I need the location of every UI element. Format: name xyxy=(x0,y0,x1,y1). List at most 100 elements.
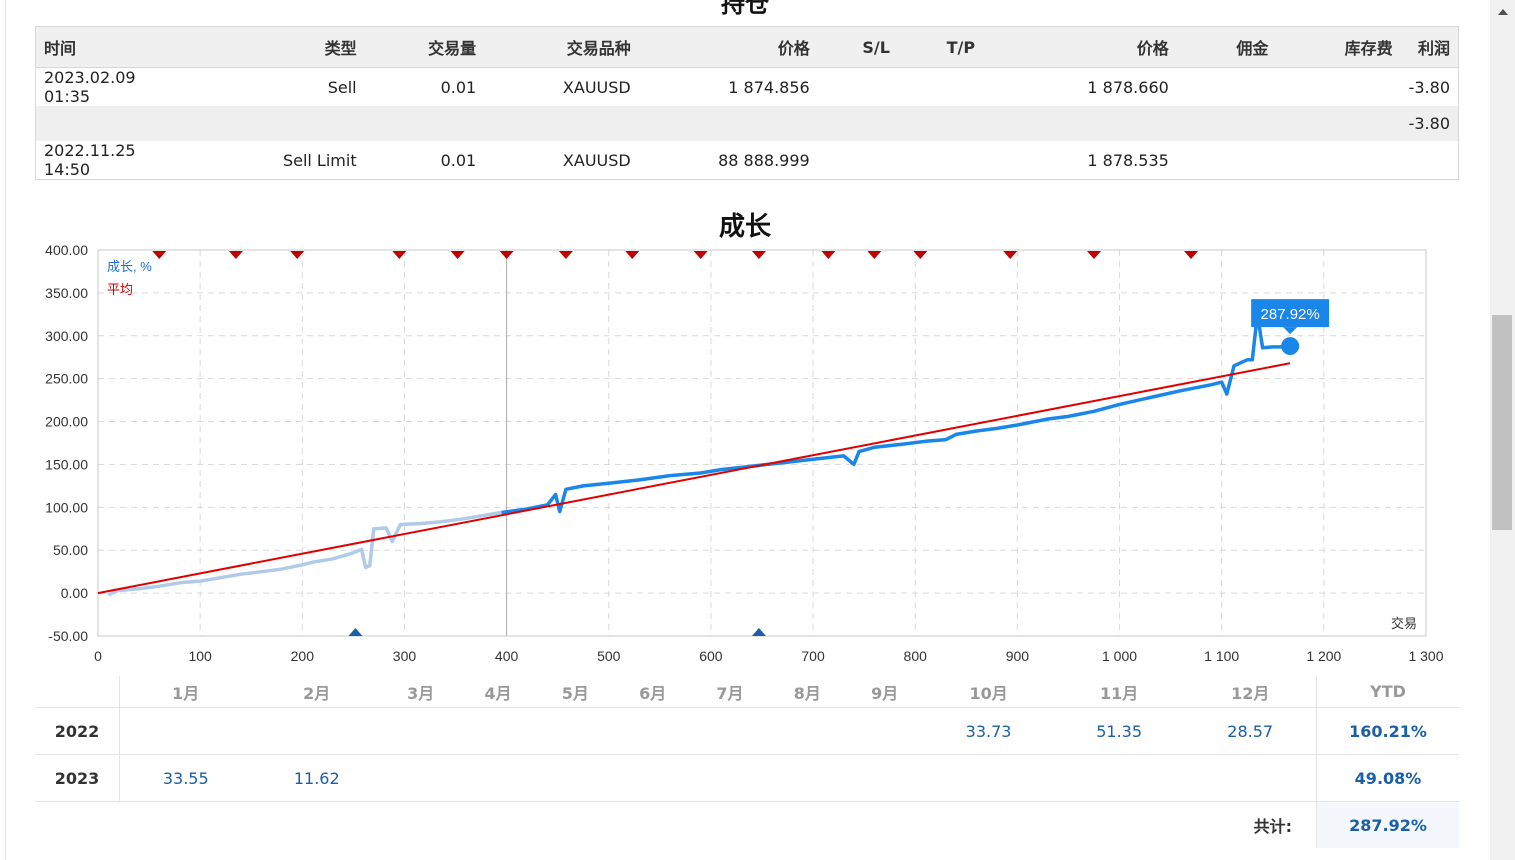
month-value xyxy=(119,707,252,755)
cell-swap xyxy=(1276,106,1401,141)
month-value xyxy=(536,754,614,802)
cell-price xyxy=(638,106,818,141)
x-tick-label: 1 000 xyxy=(1102,648,1137,664)
y-tick-label: 300.00 xyxy=(45,328,88,344)
cell-time: 2023.02.09 01:35 xyxy=(44,68,136,106)
cell-commission xyxy=(1177,68,1277,107)
ytd-value: 160.21% xyxy=(1316,707,1459,755)
deposit-marker xyxy=(558,251,573,259)
cell-symbol: XAUUSD xyxy=(562,77,631,97)
month-value xyxy=(923,754,1054,802)
page: 持仓 时间 类型 交易量 交易品种 价格 S/L T/P 价格 佣金 库存费 利… xyxy=(0,0,1490,860)
growth-chart[interactable]: -50.00 0.00 50.00 100.00 150.00 200.00 250.00 3… xyxy=(0,240,1490,670)
positions-header-row: 时间 类型 交易量 交易品种 价格 S/L T/P 价格 佣金 库存费 利润 xyxy=(35,26,1459,68)
total-value: 287.92% xyxy=(1316,801,1459,848)
month-header: 12月 xyxy=(1231,683,1270,703)
tooltip-arrow xyxy=(1283,327,1298,335)
month-value xyxy=(691,754,769,802)
y-tick-label: 0.00 xyxy=(61,585,88,601)
x-tick-label: 1 100 xyxy=(1204,648,1239,664)
vertical-scrollbar[interactable] xyxy=(1490,0,1515,860)
y-tick-label: 200.00 xyxy=(45,414,88,430)
deposit-marker xyxy=(821,251,836,259)
cell-tp xyxy=(898,141,983,180)
scrollbar-thumb[interactable] xyxy=(1492,315,1512,530)
withdrawal-marker xyxy=(348,628,363,636)
value-tooltip: 287.92% xyxy=(1251,299,1330,335)
col-price-current[interactable]: 价格 xyxy=(983,26,1177,68)
plot-area xyxy=(97,249,1427,637)
ytd-header: YTD xyxy=(1316,676,1459,708)
x-tick-label: 400 xyxy=(495,648,519,664)
month-value: 33.73 xyxy=(923,707,1054,755)
cell-commission xyxy=(1177,141,1277,180)
x-tick-label: 1 200 xyxy=(1306,648,1341,664)
month-header: 5月 xyxy=(561,683,589,703)
cell-tp xyxy=(898,68,983,107)
y-tick-label: 50.00 xyxy=(53,542,88,558)
chart-markers xyxy=(152,251,1199,636)
month-value: 33.55 xyxy=(119,754,252,802)
x-tick-label: 300 xyxy=(393,648,417,664)
month-header: 11月 xyxy=(1099,683,1139,703)
month-value xyxy=(251,707,383,755)
deposit-marker xyxy=(450,251,465,259)
y-tick-label: 250.00 xyxy=(45,371,88,387)
month-header: 10月 xyxy=(969,683,1008,703)
y-tick-label: -50.00 xyxy=(48,628,88,644)
cell-volume: 0.01 xyxy=(440,150,477,170)
last-point-dot xyxy=(1281,337,1300,356)
total-label: 共计: xyxy=(35,801,1317,848)
cell-swap xyxy=(1276,68,1400,107)
cell-profit: -3.80 xyxy=(1408,77,1450,97)
col-volume[interactable]: 交易量 xyxy=(364,26,485,68)
col-symbol[interactable]: 交易品种 xyxy=(484,26,639,68)
deposit-marker xyxy=(867,251,882,259)
col-type[interactable]: 类型 xyxy=(171,26,365,68)
month-value xyxy=(768,754,846,802)
cell-price-current: 1 878.660 xyxy=(1087,77,1169,97)
cell-sl xyxy=(818,68,898,107)
month-header: 7月 xyxy=(716,683,744,703)
year-row-2023: 2023 33.55 11.62 49.08% xyxy=(35,754,1459,802)
col-tp[interactable]: T/P xyxy=(897,26,984,68)
cell-volume xyxy=(364,106,485,141)
cell-symbol xyxy=(484,106,639,141)
deposit-marker xyxy=(499,251,514,259)
month-value xyxy=(1184,754,1317,802)
cell-time xyxy=(35,106,172,141)
y-tick-label: 350.00 xyxy=(45,285,88,301)
month-header: 9月 xyxy=(871,683,899,703)
cell-price-current xyxy=(983,106,1177,141)
col-sl[interactable]: S/L xyxy=(817,26,898,68)
table-row: 2022.11.25 14:50 Sell Limit 0.01 XAUUSD … xyxy=(36,141,1459,180)
month-value xyxy=(845,754,924,802)
chart-series xyxy=(97,312,1300,597)
month-header: 6月 xyxy=(639,683,667,703)
months-header-row: 1月 2月 3月 4月 5月 6月 7月 8月 9月 10月 11月 12月 Y… xyxy=(35,676,1459,708)
cell-time: 2022.11.25 14:50 xyxy=(44,141,136,179)
x-tick-label: 600 xyxy=(699,648,723,664)
deposit-marker xyxy=(228,251,243,259)
col-swap[interactable]: 库存费 xyxy=(1276,26,1401,68)
tooltip-text: 287.92% xyxy=(1261,306,1320,323)
deposit-marker xyxy=(1087,251,1101,259)
y-axis-ticks: -50.00 0.00 50.00 100.00 150.00 200.00 250.00 3… xyxy=(45,242,88,644)
scroll-up-arrow-icon[interactable] xyxy=(1498,9,1508,15)
cell-commission xyxy=(1176,106,1277,141)
col-profit[interactable]: 利润 xyxy=(1400,26,1459,68)
x-tick-label: 1 300 xyxy=(1408,648,1443,664)
cell-sl xyxy=(817,106,898,141)
col-price[interactable]: 价格 xyxy=(638,26,818,68)
col-time[interactable]: 时间 xyxy=(35,26,172,68)
deposit-marker xyxy=(152,251,167,259)
col-commission[interactable]: 佣金 xyxy=(1176,26,1277,68)
deposit-marker xyxy=(625,251,640,259)
month-value xyxy=(614,754,692,802)
cell-price: 88 888.999 xyxy=(718,150,810,170)
month-value xyxy=(382,754,460,802)
monthly-returns-table: 1月 2月 3月 4月 5月 6月 7月 8月 9月 10月 11月 12月 Y… xyxy=(35,676,1459,848)
x-tick-label: 700 xyxy=(801,648,825,664)
month-header: 3月 xyxy=(407,683,435,703)
year-label: 2023 xyxy=(35,754,120,802)
